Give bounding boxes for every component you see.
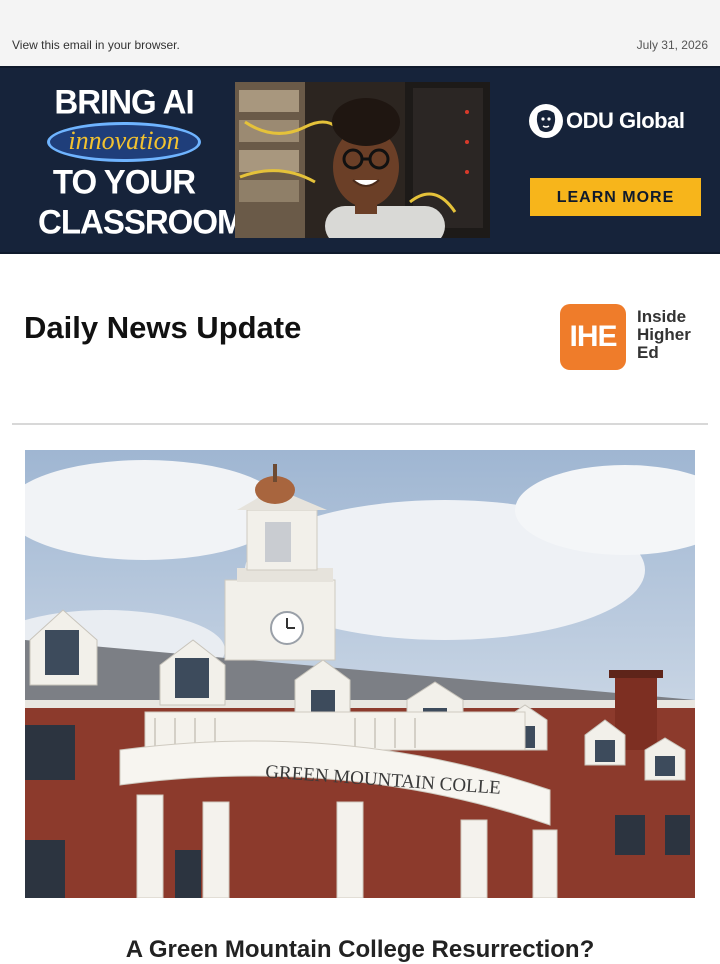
ad-headline-pill: innovation (47, 122, 201, 162)
ad-photo-smiling-woman[interactable] (235, 82, 490, 238)
ad-headline: BRING AI innovation TO YOUR CLASSROOM (38, 82, 245, 242)
odu-global-logo-text: ODU Global (566, 108, 685, 133)
ihe-logo-line3: Ed (637, 343, 659, 362)
hero-image-green-mountain-college[interactable]: GREEN MOUNTAIN COLLE (25, 450, 695, 898)
email-preheader: View this email in your browser. July 31… (0, 0, 720, 66)
inside-higher-ed-logo[interactable]: IHE Inside Higher Ed (558, 304, 698, 372)
ihe-logo-wordmark: Inside Higher Ed (637, 308, 691, 362)
ihe-logo-line2: Higher (637, 325, 691, 344)
ihe-logo-mark: IHE (560, 304, 626, 370)
section-divider (12, 423, 708, 425)
email-date: July 31, 2026 (636, 38, 708, 52)
odu-global-ad-banner[interactable]: BRING AI innovation TO YOUR CLASSROOM OD… (0, 66, 720, 254)
ad-headline-line2: TO YOUR (52, 162, 196, 201)
view-in-browser-link[interactable]: View this email in your browser. (12, 38, 180, 52)
lion-head-icon (528, 103, 564, 139)
ad-headline-line1: BRING AI (54, 82, 194, 121)
learn-more-button[interactable]: LEARN MORE (530, 178, 701, 216)
ihe-logo-line1: Inside (637, 307, 687, 326)
newsletter-title: Daily News Update (24, 310, 302, 345)
odu-global-logo[interactable]: ODU Global (528, 103, 703, 139)
ad-headline-line3: CLASSROOM (38, 202, 245, 241)
